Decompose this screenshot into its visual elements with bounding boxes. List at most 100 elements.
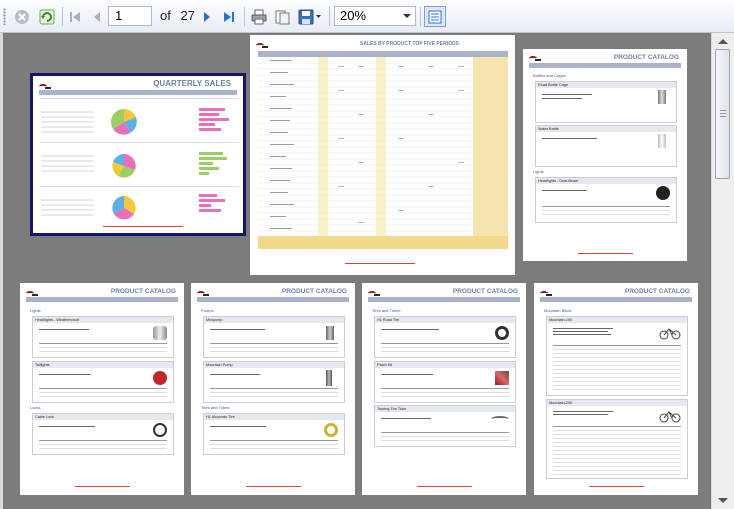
- product-name: Mountain-200: [547, 400, 687, 406]
- product-image: [153, 371, 167, 385]
- product-block: Taillights: [32, 361, 174, 403]
- total-pages: 27: [180, 8, 195, 23]
- scrollbar-thumb[interactable]: [715, 49, 730, 179]
- first-page-button[interactable]: [66, 6, 84, 27]
- product-image: [153, 326, 167, 340]
- page-title: QUARTERLY SALES: [153, 79, 231, 88]
- product-name: Headlights - Dual-Beam: [536, 178, 676, 184]
- product-name: Water Bottle: [536, 126, 676, 132]
- product-image: [495, 326, 509, 340]
- product-image: [324, 423, 338, 437]
- product-name: Headlights - Weatherproof: [33, 317, 173, 323]
- product-block: Mountain-200: [546, 399, 688, 479]
- section-heading: Lights: [533, 169, 544, 174]
- catalog-title: PRODUCT CATALOG: [452, 288, 518, 295]
- header-band: [368, 297, 520, 302]
- page-layout-button[interactable]: [272, 6, 292, 27]
- product-name: Road Bottle Cage: [536, 82, 676, 88]
- product-block: HL Mountain Tire: [203, 413, 345, 455]
- export-button[interactable]: [296, 6, 324, 27]
- page-footer: [589, 486, 644, 487]
- page-number-input[interactable]: 1: [108, 6, 152, 26]
- save-icon: [298, 9, 321, 24]
- header-band: [529, 63, 681, 68]
- page-thumbnail-4[interactable]: PRODUCT CATALOG Lights Headlights - Weat…: [20, 283, 184, 495]
- product-image: [658, 134, 666, 148]
- product-image: [153, 423, 167, 437]
- company-logo: [368, 289, 380, 296]
- next-page-button[interactable]: [198, 6, 216, 27]
- product-name: Touring Tire Tube: [375, 406, 515, 412]
- of-label: of: [160, 8, 171, 23]
- page-thumbnail-7[interactable]: PRODUCT CATALOG Mountain Bikes Mountain-…: [534, 283, 698, 495]
- stop-button[interactable]: [12, 6, 32, 27]
- section-heading: Lights: [30, 308, 41, 313]
- catalog-title: PRODUCT CATALOG: [613, 54, 679, 61]
- page-footer: [578, 253, 633, 254]
- printer-icon: [251, 9, 267, 24]
- vertical-scrollbar[interactable]: [711, 33, 734, 509]
- thumbnail-view-toggle[interactable]: [424, 6, 446, 27]
- product-image: [656, 186, 670, 200]
- bicycle-icon: [659, 411, 681, 423]
- product-block: Road Bottle Cage: [535, 81, 677, 123]
- page-footer: [417, 486, 472, 487]
- refresh-button[interactable]: [37, 6, 57, 27]
- catalog-title: PRODUCT CATALOG: [281, 288, 347, 295]
- page-footer: [75, 486, 130, 487]
- product-name: Cable Lock: [33, 414, 173, 420]
- product-image: [491, 416, 509, 422]
- report-viewer-area[interactable]: QUARTERLY SALES SALES BY PRODUCT TOP FIV…: [0, 33, 711, 509]
- product-block: Headlights - Weatherproof: [32, 316, 174, 358]
- bicycle-icon: [659, 328, 681, 340]
- product-block: Cable Lock: [32, 413, 174, 455]
- previous-page-button[interactable]: [88, 6, 106, 27]
- chevron-down-icon: [403, 14, 411, 18]
- header-band: [39, 90, 237, 95]
- product-name: Minipump: [204, 317, 344, 323]
- header-band: [26, 297, 178, 302]
- header-band: [540, 297, 692, 302]
- page-thumbnail-5[interactable]: PRODUCT CATALOG Pumps Minipump Mountain …: [191, 283, 355, 495]
- product-name: Mountain-100: [547, 317, 687, 323]
- section-heading: Bottles and Cages: [533, 73, 566, 78]
- first-page-icon: [70, 11, 80, 22]
- product-image: [326, 370, 332, 386]
- product-block: Minipump: [203, 316, 345, 358]
- product-image: [658, 90, 666, 104]
- zoom-value: 20%: [340, 8, 367, 23]
- scroll-down-icon[interactable]: [718, 498, 728, 503]
- company-logo: [529, 54, 541, 61]
- company-logo: [540, 289, 552, 296]
- company-logo: [39, 82, 51, 89]
- product-name: Mountain Pump: [204, 362, 344, 368]
- product-block: Touring Tire Tube: [374, 405, 516, 447]
- page-footer: [246, 486, 301, 487]
- page-thumbnail-3[interactable]: PRODUCT CATALOG Bottles and Cages Road B…: [523, 49, 687, 261]
- header-band: [197, 297, 349, 302]
- page-thumbnail-2[interactable]: SALES BY PRODUCT TOP FIVE PERIODS: [250, 35, 515, 275]
- section-heading: Tires and Tubes: [372, 308, 401, 313]
- product-block: Headlights - Dual-Beam: [535, 177, 677, 223]
- zoom-select[interactable]: 20%: [334, 6, 416, 26]
- catalog-title: PRODUCT CATALOG: [624, 288, 690, 295]
- product-name: HL Road Tire: [375, 317, 515, 323]
- product-block: Water Bottle: [535, 125, 677, 167]
- print-button[interactable]: [249, 6, 269, 27]
- page-thumbnail-6[interactable]: PRODUCT CATALOG Tires and Tubes HL Road …: [362, 283, 526, 495]
- next-page-icon: [204, 11, 210, 22]
- last-page-button[interactable]: [220, 6, 238, 27]
- product-name: Patch Kit: [375, 362, 515, 368]
- company-logo: [256, 41, 268, 48]
- last-page-icon: [224, 11, 234, 22]
- catalog-title: PRODUCT CATALOG: [110, 288, 176, 295]
- page-setup-icon: [275, 10, 290, 24]
- section-heading: Tires and Tubes: [201, 405, 230, 410]
- section-heading: Pumps: [201, 308, 214, 313]
- product-block: Patch Kit: [374, 361, 516, 403]
- section-heading: Locks: [30, 405, 41, 410]
- toolbar-grip[interactable]: [3, 8, 6, 25]
- refresh-icon: [39, 9, 55, 24]
- scroll-up-icon[interactable]: [718, 39, 728, 44]
- page-thumbnail-1[interactable]: QUARTERLY SALES: [30, 73, 246, 236]
